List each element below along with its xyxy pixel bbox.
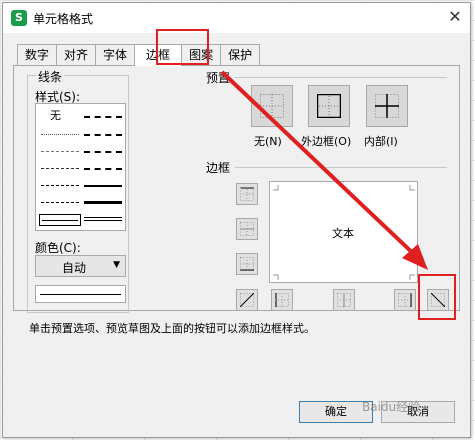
border-bottom-button[interactable] [236,253,258,275]
line-style-dashed[interactable] [41,202,79,203]
preset-outline-button[interactable] [308,85,350,127]
line-style-thick[interactable] [84,201,122,204]
triangle-down-icon: ▼ [113,260,120,270]
border-diagonal-up-button[interactable] [236,289,258,311]
line-style-dash-dot-dot[interactable] [41,168,79,169]
preset-separator [235,77,447,78]
format-cells-dialog: S 单元格格式 ✕ 数字 对齐 字体 边框 图案 保护 线条 样式(S): 无 [2,2,471,438]
border-preview-area[interactable]: 文本 [269,181,418,283]
preset-none-button[interactable] [251,85,293,127]
line-style-thin-selected[interactable] [39,214,81,226]
border-left-icon [275,293,289,307]
preview-text: 文本 [332,227,354,240]
tab-bar: 数字 对齐 字体 边框 图案 保护 [17,44,261,66]
preset-outline-label: 外边框(O) [301,135,352,148]
line-style-medium-dash-dot-dot[interactable] [84,116,122,118]
line-style-double[interactable] [84,217,122,221]
diagonal-up-icon [240,293,254,307]
line-style-medium[interactable] [84,185,122,187]
border-outline-icon [317,94,341,118]
border-inner-vertical-icon [337,293,351,307]
border-left-button[interactable] [271,289,293,311]
color-dropdown-value: 自动 [62,261,87,275]
tab-font[interactable]: 字体 [95,44,136,65]
line-group-title: 线条 [36,68,65,85]
line-style-medium-dash-dot[interactable] [84,151,122,153]
tab-number[interactable]: 数字 [17,44,58,65]
border-bottom-icon [240,257,254,271]
close-icon[interactable]: ✕ [444,7,466,29]
line-style-slanted-dash-dot[interactable] [84,134,122,136]
border-separator [235,167,447,168]
border-inside-icon [375,94,399,118]
color-dropdown[interactable]: 自动 ▼ [35,255,126,277]
help-hint-text: 单击预置选项、预览草图及上面的按钮可以添加边框样式。 [29,322,315,335]
border-inner-vertical-button[interactable] [333,289,355,311]
line-style-hair[interactable] [41,134,79,135]
title-bar: S 单元格格式 ✕ [3,3,470,33]
tab-protection[interactable]: 保护 [220,44,261,65]
border-top-icon [240,187,254,201]
preset-inside-button[interactable] [366,85,408,127]
border-inner-horizontal-icon [240,222,254,236]
highlight-border-tab [156,29,209,65]
border-inner-horizontal-button[interactable] [236,218,258,240]
line-style-medium-dashed[interactable] [84,168,122,170]
preset-none-label: 无(N) [254,135,282,148]
app-logo-icon: S [11,10,27,26]
border-right-button[interactable] [394,289,416,311]
highlight-diagonal-down-button [418,274,456,320]
border-none-icon [260,94,284,118]
line-style-dot[interactable] [41,151,79,152]
preset-section-title: 预置 [206,71,231,85]
preset-inside-label: 内部(I) [364,135,398,148]
border-right-icon [398,293,412,307]
watermark-text: Baidu经验 [362,400,421,414]
color-label: 颜色(C): [35,241,81,255]
tab-alignment[interactable]: 对齐 [56,44,97,65]
line-style-list[interactable]: 无 [35,103,126,231]
line-style-dash-dot[interactable] [41,185,79,186]
dialog-title: 单元格格式 [33,12,94,26]
line-sample-preview [35,285,126,303]
border-section-title: 边框 [206,161,231,175]
line-style-none[interactable]: 无 [50,107,61,123]
border-top-button[interactable] [236,183,258,205]
